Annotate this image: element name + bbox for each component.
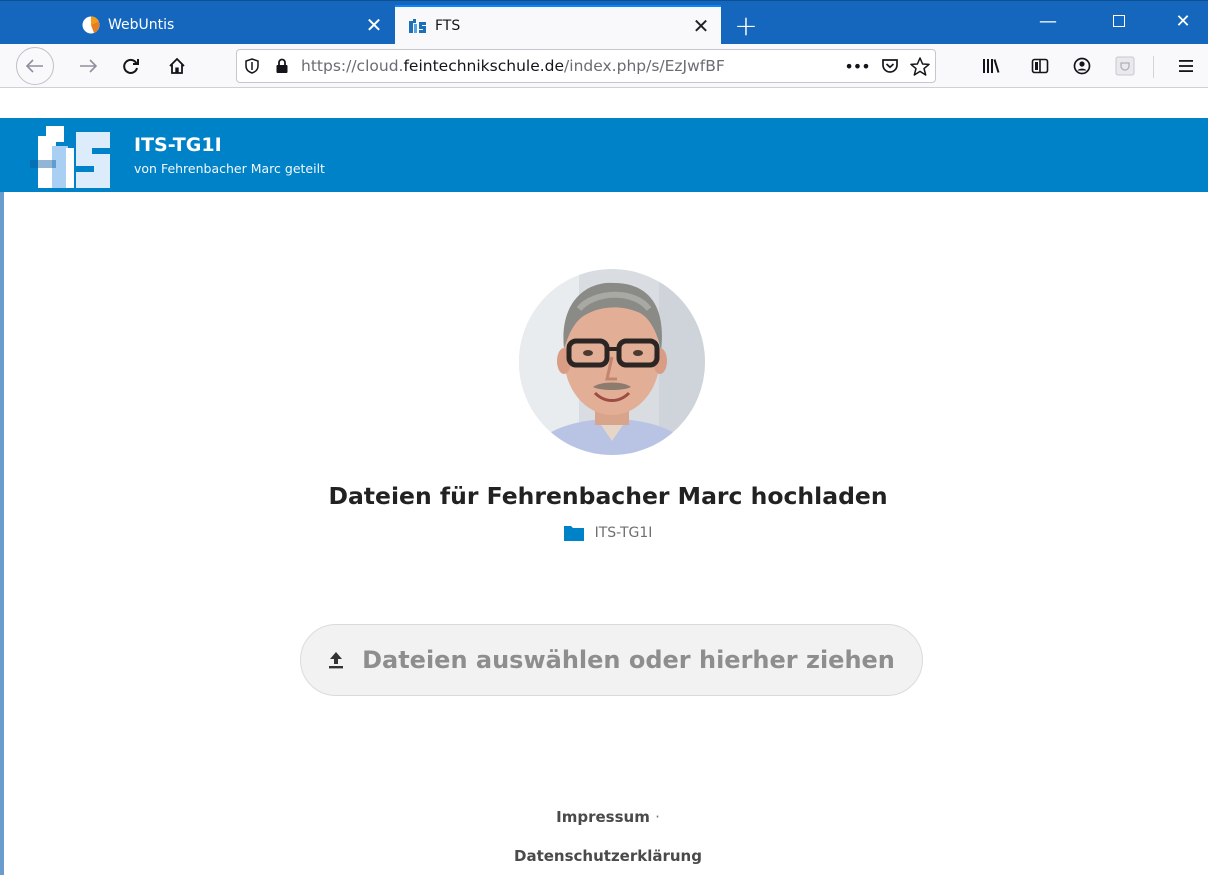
- footer-separator: ·: [655, 808, 660, 826]
- reload-icon: [123, 58, 139, 74]
- page-actions-more-button[interactable]: •••: [839, 57, 875, 76]
- pocket-icon[interactable]: [875, 49, 905, 83]
- minimize-button[interactable]: —: [1025, 1, 1071, 41]
- footer-impressum-line: Impressum ·: [4, 808, 1208, 826]
- folder-icon: [563, 526, 584, 541]
- upload-dropzone-button[interactable]: Dateien auswählen oder hierher ziehen: [300, 624, 923, 696]
- close-tab-icon[interactable]: ✕: [681, 6, 721, 46]
- close-tab-icon[interactable]: ✕: [354, 5, 394, 45]
- sidebar-icon: [1031, 58, 1049, 74]
- tab-title: FTS: [435, 18, 461, 34]
- folder-name: ITS-TG1I: [594, 525, 653, 541]
- library-button[interactable]: [973, 48, 1009, 84]
- url-bar[interactable]: https://cloud.feintechnikschule.de/index…: [236, 49, 936, 83]
- impressum-link[interactable]: Impressum: [556, 808, 650, 826]
- tab-strip: WebUntis ✕ FTS ✕ + — ✕: [0, 0, 1208, 45]
- tracking-protection-shield-icon[interactable]: [237, 49, 267, 83]
- share-subtitle: von Fehrenbacher Marc geteilt: [134, 161, 325, 176]
- home-button[interactable]: [159, 48, 195, 84]
- main-content: Dateien für Fehrenbacher Marc hochladen …: [0, 192, 1208, 875]
- bookmark-star-icon[interactable]: [905, 49, 935, 83]
- url-protocol: https://cloud.: [301, 57, 404, 75]
- library-icon: [983, 59, 1000, 73]
- upload-label: Dateien auswählen oder hierher ziehen: [362, 646, 895, 674]
- account-icon: [1073, 57, 1091, 75]
- shared-folder-info: ITS-TG1I: [4, 525, 1208, 541]
- fts-logo[interactable]: [30, 126, 114, 188]
- home-icon: [169, 57, 185, 74]
- toolbar-separator: [1153, 56, 1154, 78]
- webuntis-clock-icon: [82, 16, 100, 34]
- back-button[interactable]: [16, 47, 54, 85]
- tab-title: WebUntis: [108, 17, 175, 33]
- forward-button[interactable]: [70, 48, 106, 84]
- navigation-toolbar: https://cloud.feintechnikschule.de/index…: [0, 44, 1208, 88]
- avatar: [519, 269, 705, 455]
- tab-webuntis[interactable]: WebUntis ✕: [68, 5, 394, 45]
- page-header: ITS-TG1I von Fehrenbacher Marc geteilt: [0, 118, 1208, 192]
- close-window-button[interactable]: ✕: [1160, 1, 1206, 41]
- arrow-right-icon: [80, 59, 97, 73]
- url-path: /index.php/s/EzJwfBF: [564, 57, 725, 75]
- new-tab-button[interactable]: +: [728, 7, 764, 43]
- reload-button[interactable]: [113, 48, 149, 84]
- footer-privacy-line: Datenschutzerklärung: [4, 847, 1208, 865]
- sidebar-button[interactable]: [1022, 48, 1058, 84]
- maximize-icon: [1113, 15, 1125, 27]
- menu-button[interactable]: [1168, 48, 1204, 84]
- url-text[interactable]: https://cloud.feintechnikschule.de/index…: [297, 57, 839, 75]
- lock-icon[interactable]: [267, 49, 297, 83]
- share-title: ITS-TG1I: [134, 134, 222, 156]
- privacy-link[interactable]: Datenschutzerklärung: [514, 847, 702, 865]
- account-button[interactable]: [1064, 48, 1100, 84]
- maximize-button[interactable]: [1096, 1, 1142, 41]
- page-title: Dateien für Fehrenbacher Marc hochladen: [328, 482, 888, 510]
- upload-icon: [328, 651, 344, 669]
- extension-button[interactable]: [1107, 48, 1143, 84]
- arrow-left-icon: [26, 59, 43, 73]
- hamburger-menu-icon: [1179, 60, 1193, 72]
- extension-icon: [1115, 56, 1135, 76]
- fts-logo-icon: [409, 17, 427, 35]
- tab-fts[interactable]: FTS ✕: [395, 5, 721, 45]
- url-host: feintechnikschule.de: [403, 57, 565, 75]
